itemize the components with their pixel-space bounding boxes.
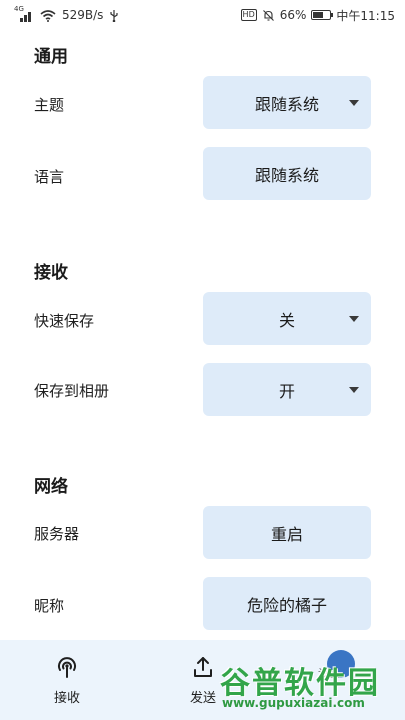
upload-icon xyxy=(194,656,212,677)
watermark: 谷普软件园 www.gupuxiazai.com xyxy=(220,650,405,718)
usb-icon xyxy=(110,9,119,22)
server-restart-label: 重启 xyxy=(270,524,303,544)
quick-save-dropdown[interactable]: 关 xyxy=(203,292,371,345)
language-value: 跟随系统 xyxy=(254,165,319,185)
nickname-label: 昵称 xyxy=(34,597,65,615)
hd-badge: HD xyxy=(240,9,257,21)
battery-icon xyxy=(311,10,334,20)
save-to-album-value: 开 xyxy=(278,381,295,401)
language-label: 语言 xyxy=(34,168,65,186)
network-speed: 529B/s xyxy=(62,8,104,22)
mute-bell-icon xyxy=(262,9,274,21)
save-to-album-label: 保存到相册 xyxy=(34,382,110,400)
section-title-network: 网络 xyxy=(34,477,68,497)
section-title-general: 通用 xyxy=(34,47,68,67)
network-type-tag: 4G xyxy=(14,5,24,13)
nav-send-label: 发送 xyxy=(189,690,216,706)
theme-value: 跟随系统 xyxy=(254,94,319,114)
dropdown-arrow-icon xyxy=(349,386,359,393)
quick-save-value: 关 xyxy=(278,310,295,330)
theme-dropdown[interactable]: 跟随系统 xyxy=(203,76,371,129)
nickname-value: 危险的橘子 xyxy=(246,595,327,615)
server-label: 服务器 xyxy=(34,525,80,543)
nav-receive[interactable]: 接收 xyxy=(27,640,107,720)
dropdown-arrow-icon xyxy=(349,99,359,106)
nickname-button[interactable]: 危险的橘子 xyxy=(203,577,371,630)
battery-percent: 66% xyxy=(279,8,307,22)
language-button[interactable]: 跟随系统 xyxy=(203,147,371,200)
nav-receive-label: 接收 xyxy=(53,690,80,706)
dropdown-arrow-icon xyxy=(349,315,359,322)
antenna-icon xyxy=(58,656,76,678)
status-bar-left: 4G 529B/s xyxy=(14,0,119,30)
status-bar: 4G 529B/s HD 66% 中午11:15 xyxy=(0,0,405,30)
theme-label: 主题 xyxy=(34,96,65,114)
watermark-url: www.gupuxiazai.com xyxy=(222,696,365,710)
status-time: 中午11:15 xyxy=(336,8,395,23)
save-to-album-dropdown[interactable]: 开 xyxy=(203,363,371,416)
quick-save-label: 快速保存 xyxy=(34,312,95,330)
server-restart-button[interactable]: 重启 xyxy=(203,506,371,559)
settings-content[interactable]: 通用 主题 跟随系统 语言 跟随系统 接收 快速保存 关 保存到相册 开 网络 … xyxy=(0,30,405,640)
status-bar-right: HD 66% 中午11:15 xyxy=(240,0,395,30)
wifi-icon xyxy=(40,9,56,22)
cellular-signal-icon: 4G xyxy=(14,5,34,22)
section-title-receive: 接收 xyxy=(34,263,68,283)
